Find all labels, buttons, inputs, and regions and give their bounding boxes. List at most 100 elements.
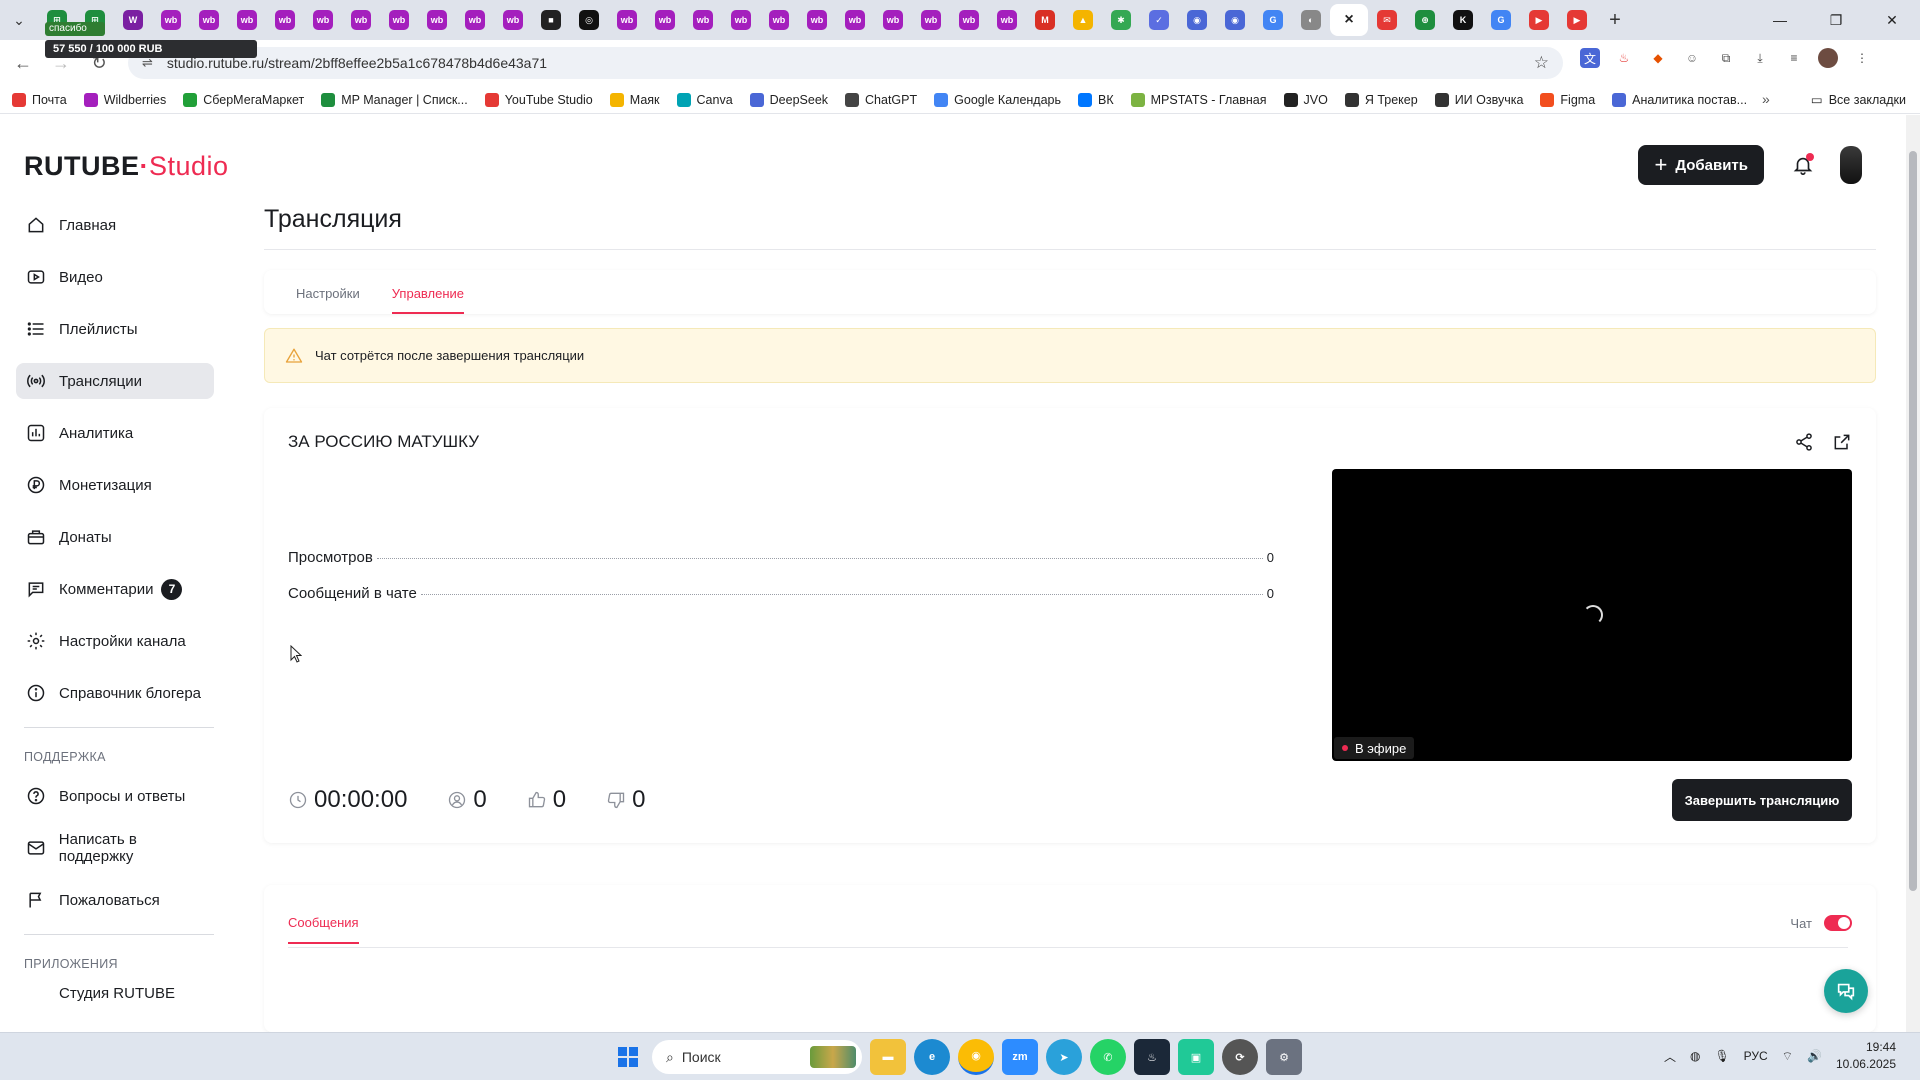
bookmark-item[interactable]: MP Manager | Списк... — [321, 92, 468, 107]
downloads-icon[interactable]: ⤓ — [1750, 48, 1770, 68]
browser-tab[interactable]: wb — [684, 4, 722, 36]
browser-tab[interactable]: ▲ — [1064, 4, 1102, 36]
maximize-icon[interactable]: ❐ — [1808, 0, 1864, 40]
browser-tab[interactable]: M — [1026, 4, 1064, 36]
tab-search-chevron-icon[interactable]: ⌄ — [0, 0, 38, 40]
bookmark-item[interactable]: ИИ Озвучка — [1434, 92, 1523, 107]
browser-tab[interactable]: ■ — [532, 4, 570, 36]
bookmark-item[interactable]: Canva — [676, 92, 733, 107]
bookmark-item[interactable]: DeepSeek — [749, 92, 828, 107]
browser-tab[interactable]: ▶ — [1558, 4, 1596, 36]
bookmark-item[interactable]: Figma — [1540, 92, 1595, 107]
wifi-icon[interactable]: ⌔ — [1782, 1049, 1793, 1064]
browser-tab[interactable]: ✉ — [1368, 4, 1406, 36]
sidebar-item-ruble[interactable]: Монетизация — [16, 467, 214, 503]
browser-tab[interactable]: wb — [950, 4, 988, 36]
bookmark-item[interactable]: YouTube Studio — [484, 92, 593, 107]
bookmark-item[interactable]: ВК — [1078, 92, 1114, 107]
browser-tab[interactable]: wb — [418, 4, 456, 36]
sidebar-support-question[interactable]: Вопросы и ответы — [16, 778, 214, 814]
browser-tab[interactable]: wb — [608, 4, 646, 36]
sidebar-item-comment[interactable]: Комментарии 7 — [16, 571, 214, 607]
bookmark-item[interactable]: ChatGPT — [845, 92, 917, 107]
browser-tab[interactable]: ◐ — [1292, 4, 1330, 36]
share-icon[interactable] — [1794, 432, 1814, 452]
tray-chevron-icon[interactable]: ︿ — [1664, 1048, 1676, 1065]
rutube-studio-logo[interactable]: RUTUBE·Studio — [24, 151, 229, 182]
settings-gear-icon[interactable]: ⚙ — [1266, 1039, 1302, 1075]
active-tab-close-icon[interactable]: × — [1330, 4, 1368, 36]
bookmark-item[interactable]: MPSTATS - Главная — [1130, 92, 1267, 107]
translate-icon[interactable]: 文 — [1580, 48, 1600, 68]
browser-tab[interactable]: K — [1444, 4, 1482, 36]
chrome-icon[interactable]: ◉ — [958, 1039, 994, 1075]
sidebar-item-donate[interactable]: Донаты — [16, 519, 214, 555]
tray-app-icon[interactable]: ◍ — [1690, 1049, 1700, 1063]
notifications-bell-icon[interactable] — [1788, 150, 1818, 180]
profile-avatar-icon[interactable] — [1818, 48, 1838, 68]
browser-tab[interactable]: ◎ — [570, 4, 608, 36]
browser-tab[interactable]: wb — [874, 4, 912, 36]
browser-tab[interactable]: ▶ — [1520, 4, 1558, 36]
back-arrow-icon[interactable]: ← — [8, 48, 38, 78]
browser-tab[interactable]: ⊕ — [1406, 4, 1444, 36]
app-green-icon[interactable]: ▣ — [1178, 1039, 1214, 1075]
browser-tab[interactable]: wb — [456, 4, 494, 36]
sidebar-item-playlist[interactable]: Плейлисты — [16, 311, 214, 347]
browser-tab[interactable]: wb — [836, 4, 874, 36]
browser-menu-icon[interactable]: ⋮ — [1852, 48, 1872, 68]
close-window-icon[interactable]: ✕ — [1864, 0, 1920, 40]
bookmark-star-icon[interactable]: ☆ — [1534, 53, 1549, 73]
url-bar[interactable]: ⇌ studio.rutube.ru/stream/2bff8effee2b5a… — [128, 47, 1563, 79]
support-chat-button[interactable] — [1824, 969, 1868, 1013]
chat-toggle[interactable]: Чат — [1790, 915, 1852, 931]
browser-tab[interactable]: wb — [722, 4, 760, 36]
bookmark-item[interactable]: Маяк — [609, 92, 660, 107]
browser-tab[interactable]: wb — [228, 4, 266, 36]
all-bookmarks-button[interactable]: ▭ Все закладки — [1811, 92, 1906, 108]
bookmark-item[interactable]: Почта — [12, 92, 67, 107]
browser-tab[interactable]: ◉ — [1178, 4, 1216, 36]
browser-tab[interactable]: wb — [190, 4, 228, 36]
browser-tab[interactable]: wb — [912, 4, 950, 36]
windows-start-icon[interactable] — [612, 1041, 644, 1073]
browser-tab[interactable]: wb — [494, 4, 532, 36]
add-button[interactable]: + Добавить — [1638, 145, 1764, 185]
browser-tab[interactable]: G — [1254, 4, 1292, 36]
zoom-icon[interactable]: zm — [1002, 1039, 1038, 1075]
new-tab-button[interactable]: + — [1596, 4, 1634, 36]
sidebar-item-info[interactable]: Справочник блогера — [16, 675, 214, 711]
page-scrollbar[interactable] — [1906, 115, 1920, 1032]
browser-tab[interactable]: G — [1482, 4, 1520, 36]
bookmark-item[interactable]: Я Трекер — [1344, 92, 1418, 107]
scrollbar-thumb[interactable] — [1909, 151, 1917, 891]
sidebar-support-flag[interactable]: Пожаловаться — [16, 882, 214, 918]
browser-tab[interactable]: wb — [988, 4, 1026, 36]
whatsapp-icon[interactable]: ✆ — [1090, 1039, 1126, 1075]
microphone-icon[interactable]: 🎙 — [1714, 1049, 1729, 1063]
tab-management[interactable]: Управление — [391, 286, 465, 314]
taskbar-clock[interactable]: 19:44 10.06.2025 — [1836, 1039, 1896, 1073]
tab-settings[interactable]: Настройки — [296, 286, 360, 314]
minimize-icon[interactable]: — — [1752, 0, 1808, 40]
user-avatar[interactable] — [1840, 146, 1862, 184]
taskbar-search[interactable]: ⌕ Поиск — [652, 1040, 862, 1074]
external-link-icon[interactable] — [1832, 432, 1852, 452]
sidebar-item-apps[interactable]: Студия RUTUBE — [16, 985, 214, 1001]
end-stream-button[interactable]: Завершить трансляцию — [1672, 779, 1852, 821]
stream-video-player[interactable]: В эфире — [1332, 469, 1852, 761]
steam-icon[interactable]: ♨ — [1134, 1039, 1170, 1075]
browser-tab[interactable]: W — [114, 4, 152, 36]
edge-icon[interactable]: e — [914, 1039, 950, 1075]
browser-tab[interactable]: wb — [798, 4, 836, 36]
browser-tab[interactable]: wb — [760, 4, 798, 36]
browser-tab[interactable]: ✱ — [1102, 4, 1140, 36]
sidebar-item-analytics[interactable]: Аналитика — [16, 415, 214, 451]
sidebar-support-mail[interactable]: Написать в поддержку — [16, 830, 214, 866]
sidebar-item-video[interactable]: Видео — [16, 259, 214, 295]
bookmark-item[interactable]: Аналитика постав... — [1612, 92, 1747, 107]
bookmark-item[interactable]: СберМегаМаркет — [183, 92, 304, 107]
extension-fire-icon[interactable]: ♨ — [1614, 48, 1634, 68]
bookmarks-overflow-icon[interactable]: » — [1762, 91, 1770, 107]
browser-tab[interactable]: wb — [152, 4, 190, 36]
